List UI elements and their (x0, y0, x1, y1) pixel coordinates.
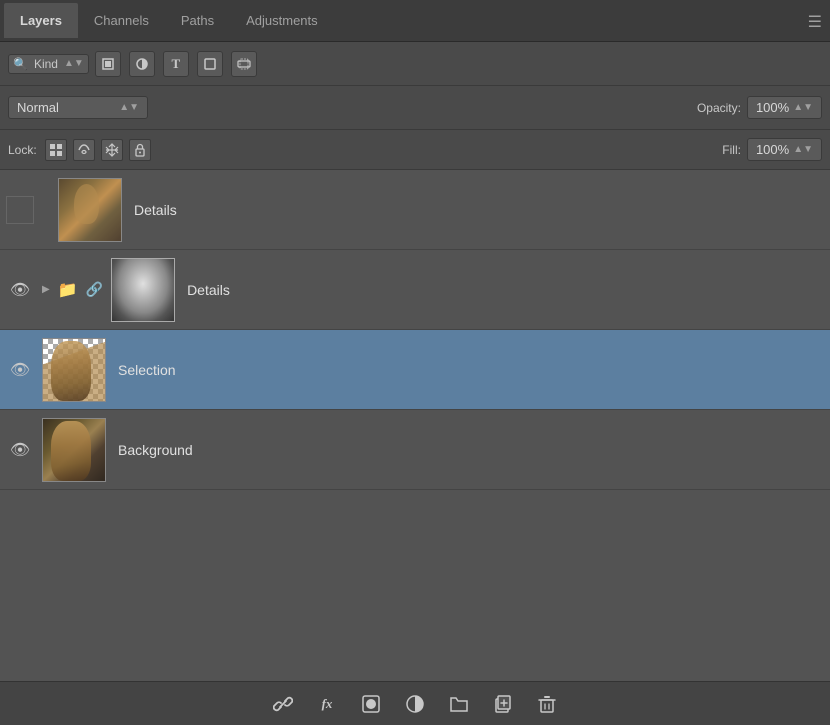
layer-thumbnail (42, 338, 106, 402)
blend-row: Normal ▲▼ Opacity: 100% ▲▼ (0, 86, 830, 130)
tab-layers[interactable]: Layers (4, 3, 78, 38)
link-layers-button[interactable] (269, 690, 297, 718)
visibility-toggle[interactable] (6, 196, 34, 224)
filter-bar: 🔍 Kind ▲▼ T (0, 42, 830, 86)
fill-arrow: ▲▼ (793, 144, 813, 155)
fx-label: fx (322, 696, 333, 712)
eye-icon: 👁 (10, 360, 30, 380)
lock-pixels-button[interactable] (45, 139, 67, 161)
filter-type-label: Kind (32, 57, 60, 71)
layer-item[interactable]: 👁 Selection (0, 330, 830, 410)
lock-all-button[interactable] (129, 139, 151, 161)
layer-thumbnail (58, 178, 122, 242)
layer-name: Details (134, 202, 177, 218)
filter-text-icon[interactable]: T (163, 51, 189, 77)
fill-input[interactable]: 100% ▲▼ (747, 138, 822, 161)
layer-thumbnail (111, 258, 175, 322)
layer-name: Background (118, 442, 193, 458)
new-group-button[interactable] (445, 690, 473, 718)
filter-arrow-icon: ▲▼ (64, 58, 84, 69)
layer-thumbnail (42, 418, 106, 482)
layer-name: Details (187, 282, 230, 298)
folder-icon: 📁 (58, 280, 78, 300)
new-adjustment-button[interactable] (401, 690, 429, 718)
visibility-toggle[interactable]: 👁 (6, 360, 34, 380)
blend-mode-value: Normal (17, 100, 115, 115)
link-icon: 🔗 (86, 281, 103, 298)
eye-icon: 👁 (10, 280, 30, 300)
tab-paths[interactable]: Paths (165, 3, 230, 38)
fill-value: 100% (756, 142, 789, 157)
lock-icons (45, 139, 151, 161)
blend-mode-select[interactable]: Normal ▲▼ (8, 96, 148, 119)
opacity-value: 100% (756, 100, 789, 115)
group-arrow-icon[interactable]: ▶ (42, 284, 50, 295)
layer-item[interactable]: Details (0, 170, 830, 250)
lock-label: Lock: (8, 143, 37, 157)
filter-shape-icon[interactable] (197, 51, 223, 77)
eye-icon: 👁 (10, 440, 30, 460)
search-icon: 🔍 (13, 57, 28, 71)
layer-item[interactable]: 👁 Background (0, 410, 830, 490)
add-mask-button[interactable] (357, 690, 385, 718)
lock-position-button[interactable] (73, 139, 95, 161)
panel-menu-icon[interactable]: ☰ (808, 12, 822, 32)
bottom-bar: fx (0, 681, 830, 725)
layer-style-button[interactable]: fx (313, 690, 341, 718)
opacity-label: Opacity: (697, 101, 741, 115)
layers-panel: Layers Channels Paths Adjustments ☰ 🔍 Ki… (0, 0, 830, 725)
opacity-input[interactable]: 100% ▲▼ (747, 96, 822, 119)
filter-type-select[interactable]: 🔍 Kind ▲▼ (8, 54, 89, 74)
tab-bar: Layers Channels Paths Adjustments ☰ (0, 0, 830, 42)
layers-list[interactable]: Details 👁 ▶ 📁 🔗 Details 👁 Selection (0, 170, 830, 681)
visibility-toggle[interactable]: 👁 (6, 280, 34, 300)
filter-pixel-icon[interactable] (95, 51, 121, 77)
filter-icons: T (95, 51, 257, 77)
delete-layer-button[interactable] (533, 690, 561, 718)
filter-adjustment-icon[interactable] (129, 51, 155, 77)
tab-adjustments[interactable]: Adjustments (230, 3, 334, 38)
filter-smart-icon[interactable] (231, 51, 257, 77)
opacity-group: Opacity: 100% ▲▼ (697, 96, 822, 119)
blend-mode-arrow: ▲▼ (119, 102, 139, 113)
fill-label: Fill: (722, 143, 741, 157)
lock-row: Lock: (0, 130, 830, 170)
tab-channels[interactable]: Channels (78, 3, 165, 38)
visibility-toggle[interactable]: 👁 (6, 440, 34, 460)
opacity-arrow: ▲▼ (793, 102, 813, 113)
layer-name: Selection (118, 362, 176, 378)
new-layer-button[interactable] (489, 690, 517, 718)
fill-group: Fill: 100% ▲▼ (722, 138, 822, 161)
lock-move-button[interactable] (101, 139, 123, 161)
layer-item[interactable]: 👁 ▶ 📁 🔗 Details (0, 250, 830, 330)
